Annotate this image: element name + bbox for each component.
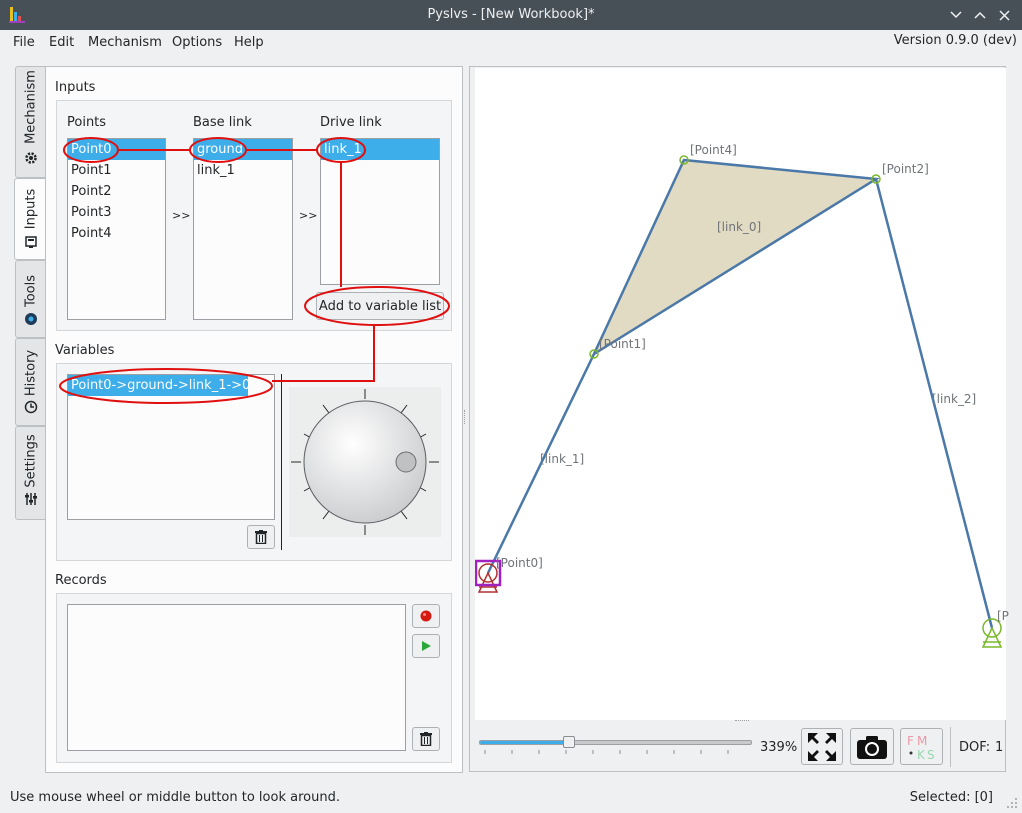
svg-text:S: S (927, 748, 935, 762)
list-item[interactable]: link_1 (194, 160, 292, 181)
zoom-ticks (484, 750, 729, 754)
dof-label: DOF: (959, 740, 991, 755)
list-item[interactable]: Point0 (68, 139, 165, 160)
status-hint: Use mouse wheel or middle button to look… (10, 790, 340, 805)
link0-label: [link_0] (717, 220, 762, 234)
tab-mechanism[interactable]: Mechanism (15, 66, 45, 178)
list-item[interactable]: Point1 (68, 160, 165, 181)
svg-text:F: F (907, 734, 914, 748)
clock-icon (24, 400, 38, 414)
point1-label: [Point1] (599, 337, 646, 351)
fmks-icon: F M K S (907, 734, 935, 762)
trash-icon (420, 732, 432, 746)
points-list[interactable]: Point0 Point1 Point2 Point3 Point4 (67, 138, 166, 320)
drive-link-list[interactable]: link_1 (320, 138, 440, 285)
records-title: Records (55, 573, 107, 588)
arrow-separator: >> (172, 209, 191, 222)
inputs-title: Inputs (55, 80, 96, 95)
variables-list[interactable]: Point0->ground->link_1->0.0 (67, 374, 275, 520)
svg-text:M: M (917, 734, 927, 748)
close-icon[interactable] (994, 5, 1014, 25)
list-item[interactable]: link_1 (321, 139, 439, 160)
menu-bar: File Edit Mechanism Options Help Version… (0, 30, 1022, 55)
list-item[interactable]: Point3 (68, 202, 165, 223)
variables-title: Variables (55, 343, 115, 358)
fit-view-button[interactable] (801, 728, 843, 765)
svg-text:K: K (917, 748, 926, 762)
gear-icon (25, 152, 37, 164)
splitter-handle[interactable] (735, 720, 749, 723)
tab-inputs-label: Inputs (23, 188, 38, 230)
point0-label: [Point0] (496, 556, 543, 570)
sliders-icon (25, 493, 37, 505)
separator (950, 727, 951, 767)
status-selected: Selected: [0] (909, 790, 993, 805)
separator (281, 374, 282, 550)
pen-icon (25, 236, 37, 248)
menu-help[interactable]: Help (234, 35, 264, 50)
tab-tools-label: Tools (23, 274, 38, 308)
delete-record-button[interactable] (412, 727, 440, 751)
version-label: Version 0.9.0 (dev) (893, 33, 1017, 48)
arrow-separator: >> (299, 209, 318, 222)
record-button[interactable] (412, 604, 440, 628)
rotary-dial[interactable] (289, 387, 441, 537)
fmks-button[interactable]: F M K S (900, 728, 943, 765)
record-icon (420, 610, 432, 622)
add-to-variable-list-button[interactable]: Add to variable list (316, 292, 444, 320)
link2-label: [link_2] (932, 392, 977, 406)
tab-inputs[interactable]: Inputs (14, 178, 46, 260)
base-link-list[interactable]: ground link_1 (193, 138, 293, 320)
tab-mechanism-label: Mechanism (23, 70, 38, 144)
tab-history[interactable]: History (15, 338, 45, 426)
play-button[interactable] (412, 634, 440, 658)
menu-mechanism[interactable]: Mechanism (88, 35, 162, 50)
delete-variable-button[interactable] (247, 525, 275, 549)
list-item[interactable]: Point0->ground->link_1->0.0 (68, 375, 263, 396)
zoom-slider[interactable] (479, 736, 752, 748)
play-icon (422, 641, 431, 651)
trash-icon (255, 530, 267, 544)
camera-icon (857, 735, 887, 759)
window-title: Pyslvs - [New Workbook]* (427, 7, 595, 22)
drive-link-label: Drive link (320, 115, 382, 130)
points-label: Points (67, 115, 107, 130)
tools-icon (25, 313, 37, 325)
list-item[interactable]: Point4 (68, 223, 165, 244)
panel-splitter[interactable] (464, 410, 466, 424)
menu-file[interactable]: File (13, 35, 35, 50)
list-item[interactable]: Point2 (68, 181, 165, 202)
tab-settings-label: Settings (23, 434, 38, 488)
tab-history-label: History (23, 349, 38, 397)
zoom-slider-handle[interactable] (563, 736, 575, 748)
menu-edit[interactable]: Edit (49, 35, 74, 50)
minimize-icon[interactable] (946, 5, 966, 25)
link1-label: [link_1] (540, 452, 585, 466)
dof-value: 1 (995, 740, 1004, 755)
list-item[interactable]: ground (194, 139, 292, 160)
tab-tools[interactable]: Tools (15, 260, 45, 338)
zoom-value-label: 339% (760, 740, 798, 755)
link-0-shape (591, 158, 880, 358)
records-list[interactable] (67, 604, 406, 751)
mechanism-canvas[interactable]: [Point4] [Point2] [Point1] [Point0] [P [… (475, 68, 1009, 720)
point2-label: [Point2] (882, 162, 929, 176)
maximize-icon[interactable] (970, 5, 990, 25)
resize-grip-icon[interactable] (1006, 797, 1018, 809)
menu-options[interactable]: Options (172, 35, 222, 50)
title-bar: Pyslvs - [New Workbook]* (0, 0, 1022, 30)
screenshot-button[interactable] (850, 728, 894, 765)
tab-settings[interactable]: Settings (15, 426, 45, 520)
point4-label: [Point4] (690, 143, 737, 157)
point3-label: [P (997, 609, 1009, 623)
zoom-slider-fill (480, 741, 569, 744)
base-link-label: Base link (193, 115, 252, 130)
fit-view-icon (808, 732, 836, 761)
